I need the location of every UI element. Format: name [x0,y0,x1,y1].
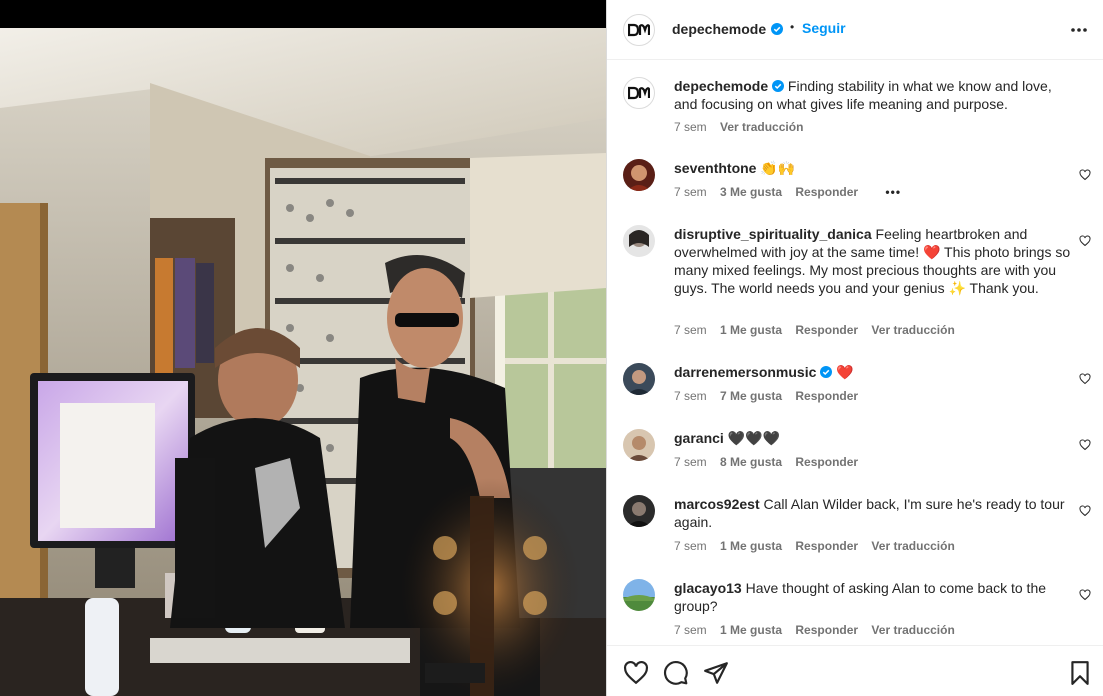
reply-button[interactable]: Responder [795,185,858,199]
comment-item: seventhtone 👏🙌 7 sem 3 Me gusta Responde… [623,159,1091,209]
comment-meta: 7 sem 1 Me gusta Responder Ver traducció… [674,623,965,637]
profile-avatar[interactable] [623,14,655,46]
comment-meta: 7 sem 1 Me gusta Responder Ver traducció… [674,323,965,337]
bookmark-icon[interactable] [1067,660,1093,686]
comment-time[interactable]: 7 sem [674,623,707,637]
comment-time[interactable]: 7 sem [674,185,707,199]
reply-button[interactable]: Responder [795,455,858,469]
commenter-avatar[interactable] [623,363,655,395]
comment-meta: 7 sem 8 Me gusta Responder [674,455,868,469]
avatar-image [623,579,655,611]
heart-icon[interactable] [1079,373,1091,385]
comment-time[interactable]: 7 sem [674,455,707,469]
translate-button[interactable]: Ver traducción [720,120,803,134]
avatar-image [623,225,655,257]
separator-dot: • [790,20,795,34]
post-side-panel: depechemode • Seguir depechemode Finding… [606,0,1103,696]
caption-username[interactable]: depechemode [674,78,768,94]
dm-logo-icon [628,86,650,100]
comment-text: 🖤🖤🖤 [727,430,780,446]
comment-item: darrenemersonmusic ❤️ 7 sem 7 Me gusta R… [623,363,1091,413]
caption-time[interactable]: 7 sem [674,120,707,134]
comment-time[interactable]: 7 sem [674,389,707,403]
post-header: depechemode • Seguir [607,0,1103,60]
heart-icon[interactable] [1079,439,1091,451]
translate-button[interactable]: Ver traducción [871,539,954,553]
dm-logo-icon [628,23,650,37]
translate-button[interactable]: Ver traducción [871,323,954,337]
heart-icon[interactable] [1079,235,1091,247]
comment-text: ❤️ [836,364,854,380]
comment-icon[interactable] [663,660,689,686]
follow-button[interactable]: Seguir [802,20,846,36]
comment-item: disruptive_spirituality_danica Feeling h… [623,225,1091,345]
comment-text-block: disruptive_spirituality_danica Feeling h… [674,225,1072,297]
comment-likes[interactable]: 1 Me gusta [720,623,782,637]
heart-icon[interactable] [1079,169,1091,181]
reply-button[interactable]: Responder [795,623,858,637]
post-action-bar [607,645,1103,696]
avatar-image [623,159,655,191]
comment-item: garanci 🖤🖤🖤 7 sem 8 Me gusta Responder [623,429,1091,479]
photo-top-bar [0,0,606,28]
comment-username[interactable]: marcos92est [674,496,760,512]
verified-badge-icon [772,80,785,92]
comment-text-block: marcos92est Call Alan Wilder back, I'm s… [674,495,1072,531]
verified-badge-icon [820,366,833,378]
avatar-image [623,495,655,527]
comment-text-block: garanci 🖤🖤🖤 [674,429,1072,447]
avatar-image [623,363,655,395]
send-icon[interactable] [703,660,729,686]
comment-username[interactable]: darrenemersonmusic [674,364,816,380]
comment-username[interactable]: seventhtone [674,160,756,176]
comment-likes[interactable]: 7 Me gusta [720,389,782,403]
comment-time[interactable]: 7 sem [674,323,707,337]
commenter-avatar[interactable] [623,429,655,461]
commenter-avatar[interactable] [623,159,655,191]
comment-username[interactable]: garanci [674,430,724,446]
comment-meta: 7 sem 7 Me gusta Responder [674,389,868,403]
post-photo[interactable] [0,0,606,696]
post-caption: depechemode Finding stability in what we… [623,77,1088,137]
comment-item: marcos92est Call Alan Wilder back, I'm s… [623,495,1091,561]
comment-meta: 7 sem 1 Me gusta Responder Ver traducció… [674,539,965,553]
comment-time[interactable]: 7 sem [674,539,707,553]
caption-text-block: depechemode Finding stability in what we… [674,77,1072,113]
translate-button[interactable]: Ver traducción [871,623,954,637]
comment-likes[interactable]: 1 Me gusta [720,539,782,553]
comment-text-block: seventhtone 👏🙌 [674,159,1072,177]
comment-likes[interactable]: 1 Me gusta [720,323,782,337]
heart-icon[interactable] [1079,505,1091,517]
comment-likes[interactable]: 3 Me gusta [720,185,782,199]
comment-username[interactable]: disruptive_spirituality_danica [674,226,872,242]
comment-item: glacayo13 Have thought of asking Alan to… [623,579,1091,641]
studio-photo-image [0,28,606,696]
avatar-image [623,429,655,461]
more-options-icon[interactable] [1069,20,1089,40]
verified-badge-icon [771,23,783,35]
reply-button[interactable]: Responder [795,539,858,553]
comment-text-block: darrenemersonmusic ❤️ [674,363,1072,381]
profile-username[interactable]: depechemode [672,21,766,37]
comment-likes[interactable]: 8 Me gusta [720,455,782,469]
commenter-avatar[interactable] [623,579,655,611]
comment-text: 👏🙌 [760,160,796,176]
commenter-avatar[interactable] [623,225,655,257]
reply-button[interactable]: Responder [795,323,858,337]
comment-text-block: glacayo13 Have thought of asking Alan to… [674,579,1072,615]
instagram-post-view: depechemode • Seguir depechemode Finding… [0,0,1103,696]
commenter-avatar[interactable] [623,495,655,527]
comment-options-icon[interactable]: ••• [885,185,901,199]
heart-icon[interactable] [623,660,649,686]
caption-meta: 7 sem Ver traducción [674,120,813,134]
heart-icon[interactable] [1079,589,1091,601]
reply-button[interactable]: Responder [795,389,858,403]
comment-meta: 7 sem 3 Me gusta Responder ••• [674,185,911,199]
caption-avatar[interactable] [623,77,655,109]
comment-username[interactable]: glacayo13 [674,580,742,596]
